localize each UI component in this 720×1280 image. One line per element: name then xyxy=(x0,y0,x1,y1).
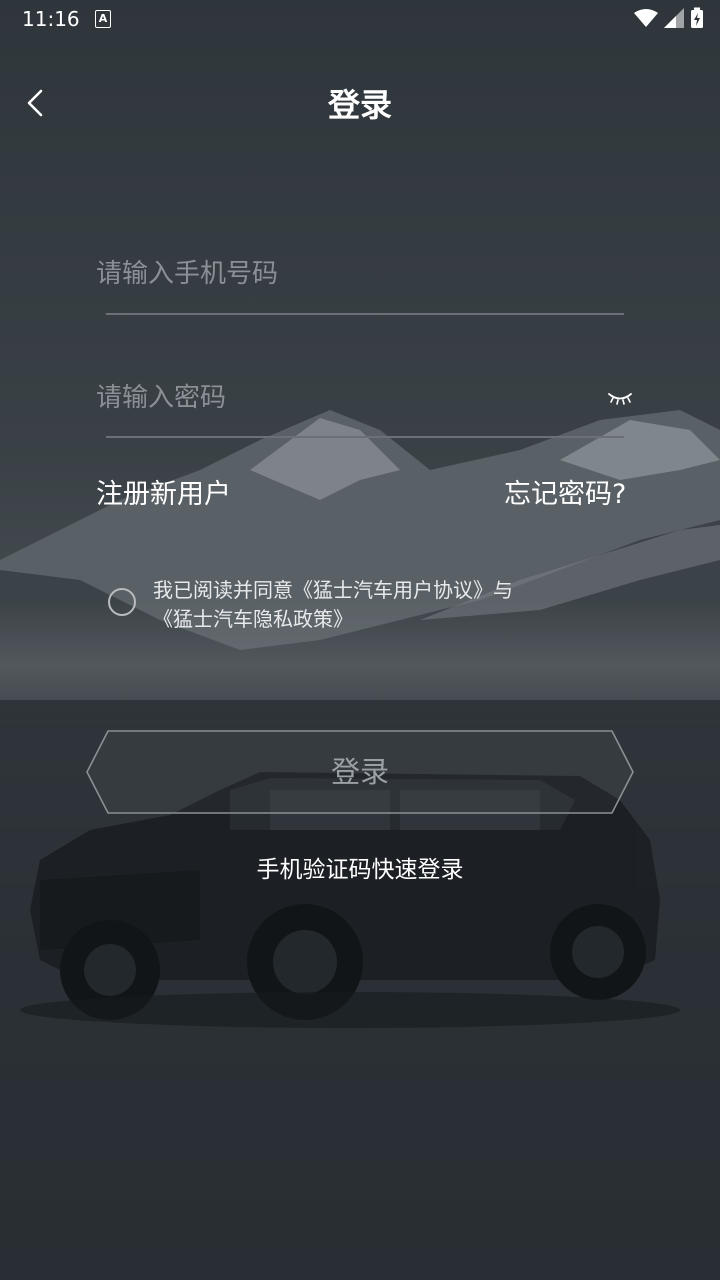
notification-badge-icon: A xyxy=(95,10,111,28)
phone-underline xyxy=(106,313,624,315)
status-time: 11:16 xyxy=(22,7,80,31)
login-button-label: 登录 xyxy=(330,755,389,789)
agreement-checkbox[interactable] xyxy=(108,588,136,616)
phone-input[interactable] xyxy=(96,244,576,304)
status-bar: 11:16 A xyxy=(0,0,720,38)
password-field-container xyxy=(96,368,624,428)
phone-field-container xyxy=(96,244,624,304)
sms-login-link[interactable]: 手机验证码快速登录 xyxy=(0,850,720,884)
page-title: 登录 xyxy=(327,86,392,124)
wifi-icon xyxy=(634,9,658,27)
agreement-line-2[interactable]: 《猛士汽车隐私政策》 xyxy=(153,605,583,634)
back-button[interactable] xyxy=(24,84,64,124)
password-toggle-button[interactable] xyxy=(604,384,636,410)
password-input[interactable] xyxy=(96,368,576,428)
forgot-password-link[interactable]: 忘记密码? xyxy=(504,472,626,511)
register-link[interactable]: 注册新用户 xyxy=(96,472,231,511)
chevron-left-icon xyxy=(27,89,43,117)
background-image xyxy=(0,0,720,1280)
agreement-line-1[interactable]: 我已阅读并同意《猛士汽车用户协议》与 xyxy=(153,576,583,605)
password-underline xyxy=(106,436,624,438)
eye-closed-icon xyxy=(608,393,632,405)
battery-charging-icon xyxy=(691,7,703,28)
signal-icon xyxy=(664,8,684,28)
status-icons xyxy=(634,6,704,30)
agreement-text: 我已阅读并同意《猛士汽车用户协议》与 《猛士汽车隐私政策》 xyxy=(153,576,583,634)
